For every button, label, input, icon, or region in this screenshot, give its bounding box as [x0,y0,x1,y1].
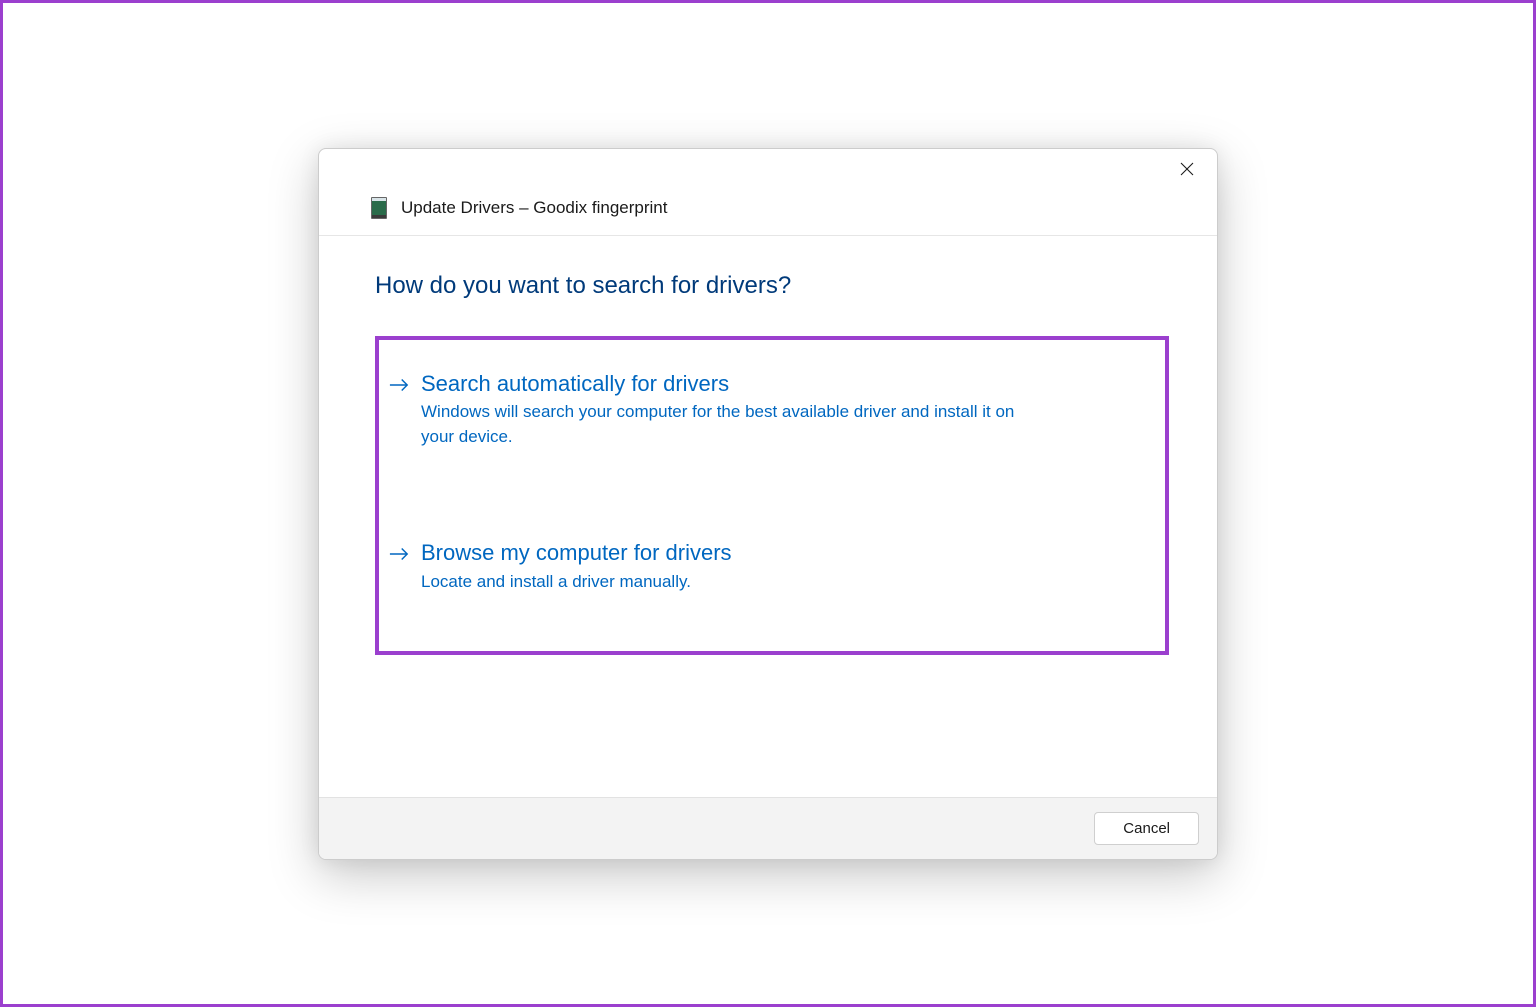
option-search-automatically[interactable]: Search automatically for drivers Windows… [389,364,1135,456]
dialog-content: How do you want to search for drivers? S… [319,236,1217,797]
options-highlight-box: Search automatically for drivers Windows… [375,336,1169,655]
arrow-right-icon [389,546,409,567]
dialog-title: Update Drivers – Goodix fingerprint [401,198,667,218]
close-button[interactable] [1167,157,1207,187]
option-description: Locate and install a driver manually. [421,570,1021,595]
dialog-footer: Cancel [319,797,1217,859]
update-drivers-dialog: Update Drivers – Goodix fingerprint How … [318,148,1218,860]
option-browse-computer[interactable]: Browse my computer for drivers Locate an… [389,533,1135,600]
close-icon [1180,162,1194,181]
device-icon [371,197,387,219]
page-heading: How do you want to search for drivers? [375,272,1169,300]
back-button[interactable] [337,198,357,218]
arrow-right-icon [389,377,409,398]
option-title: Search automatically for drivers [421,370,1135,399]
option-title: Browse my computer for drivers [421,539,1135,568]
dialog-header: Update Drivers – Goodix fingerprint [319,191,1217,236]
cancel-button[interactable]: Cancel [1094,812,1199,845]
titlebar [319,149,1217,191]
option-text: Browse my computer for drivers Locate an… [421,539,1135,594]
option-text: Search automatically for drivers Windows… [421,370,1135,450]
option-description: Windows will search your computer for th… [421,400,1021,449]
